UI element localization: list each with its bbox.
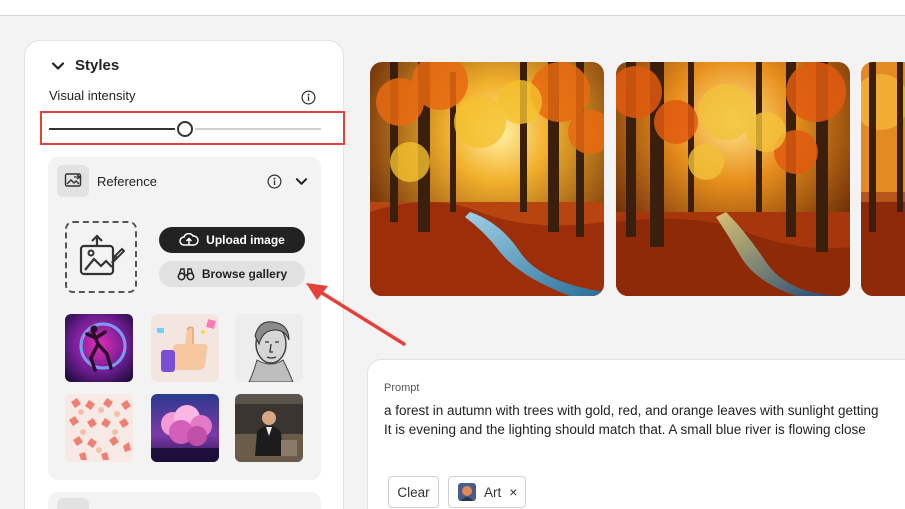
style-chip-label: Art bbox=[484, 484, 502, 500]
visual-intensity-label: Visual intensity bbox=[49, 88, 136, 103]
man-in-suit-thumbnail[interactable] bbox=[235, 394, 303, 462]
chevron-down-icon[interactable] bbox=[51, 59, 65, 73]
slider-thumb[interactable] bbox=[177, 121, 193, 137]
upload-image-button[interactable]: Upload image bbox=[159, 227, 305, 253]
prompt-label: Prompt bbox=[384, 382, 420, 394]
visual-intensity-slider[interactable] bbox=[49, 117, 321, 141]
autumn-forest-image-1[interactable] bbox=[370, 62, 604, 296]
chevron-down-icon[interactable] bbox=[295, 175, 308, 188]
slider-track-fill bbox=[49, 128, 175, 130]
upload-image-label: Upload image bbox=[206, 233, 285, 247]
clear-label: Clear bbox=[397, 484, 430, 500]
autumn-forest-image-3[interactable] bbox=[861, 62, 905, 296]
prompt-panel: Prompt a forest in autumn with trees wit… bbox=[367, 359, 905, 509]
reference-section: Reference Upload image Browse gallery bbox=[48, 157, 321, 480]
next-section-collapsed[interactable] bbox=[48, 492, 321, 509]
info-icon[interactable] bbox=[267, 174, 282, 189]
styles-title: Styles bbox=[75, 57, 120, 74]
style-chip-art[interactable]: Art × bbox=[448, 476, 526, 508]
remove-chip-icon[interactable]: × bbox=[509, 484, 517, 500]
upload-drop-zone[interactable] bbox=[65, 221, 137, 293]
reference-icon-box bbox=[57, 165, 89, 197]
section-icon-box bbox=[57, 498, 89, 509]
prompt-line-2: It is evening and the lighting should ma… bbox=[384, 422, 866, 437]
hands-pattern-thumbnail[interactable] bbox=[65, 394, 133, 462]
prompt-textarea[interactable]: a forest in autumn with trees with gold,… bbox=[384, 401, 905, 439]
image-upload-icon bbox=[79, 234, 125, 276]
top-bar bbox=[0, 0, 905, 16]
info-icon[interactable] bbox=[301, 90, 316, 105]
engraving-portrait-thumbnail[interactable] bbox=[235, 314, 303, 382]
art-style-thumbnail-icon bbox=[458, 483, 476, 501]
styles-panel: Styles Visual intensity Reference Upload… bbox=[24, 40, 345, 509]
clear-button[interactable]: Clear bbox=[388, 476, 439, 508]
autumn-forest-image-2[interactable] bbox=[616, 62, 850, 296]
cloud-upload-icon bbox=[179, 233, 199, 246]
browse-gallery-button[interactable]: Browse gallery bbox=[159, 261, 305, 287]
pink-clouds-thumbnail[interactable] bbox=[151, 394, 219, 462]
image-reference-icon bbox=[64, 173, 82, 187]
prompt-line-1: a forest in autumn with trees with gold,… bbox=[384, 403, 879, 418]
thumbs-up-hand-thumbnail[interactable] bbox=[151, 314, 219, 382]
slider-track bbox=[195, 128, 321, 130]
browse-gallery-label: Browse gallery bbox=[201, 267, 288, 281]
reference-title: Reference bbox=[97, 174, 157, 189]
binoculars-icon bbox=[177, 268, 195, 281]
neon-dancer-thumbnail[interactable] bbox=[65, 314, 133, 382]
styles-section-header[interactable]: Styles bbox=[51, 57, 119, 74]
